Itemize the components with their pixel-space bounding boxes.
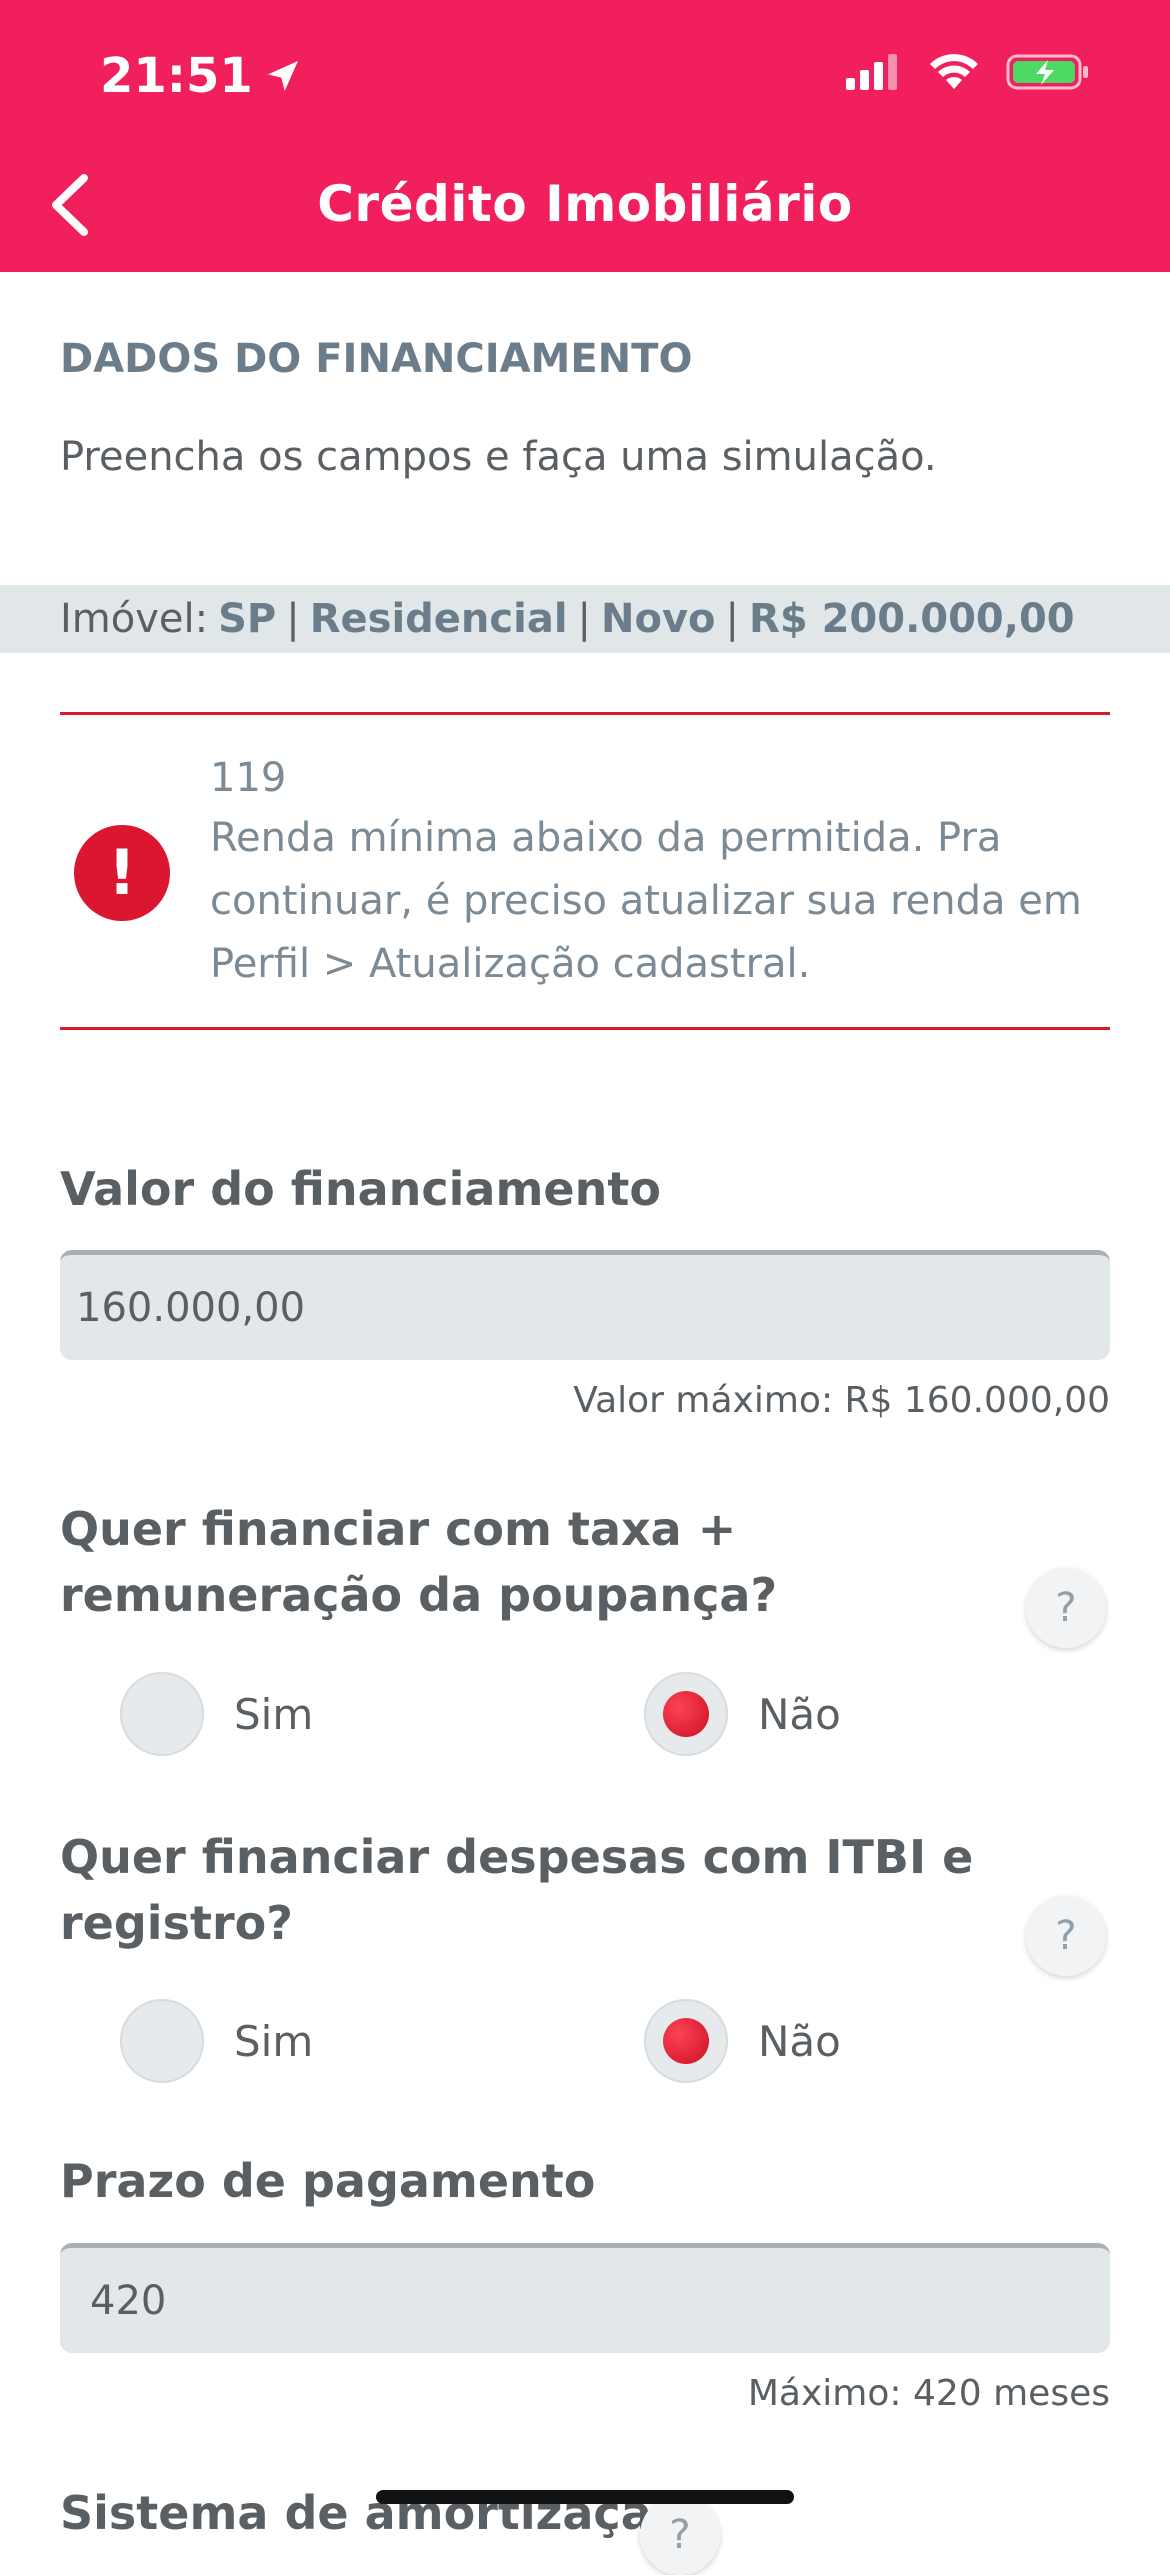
wifi-icon [930,54,978,89]
savings-question: Quer financiar com taxa + remuneração da… [60,1502,778,1622]
page-title: Crédito Imobiliário [317,175,853,233]
signal-icon [846,54,897,90]
savings-radio-group: Sim Não [0,1672,1170,1762]
itbi-radio-no[interactable]: Não [644,1999,841,2083]
status-time: 21:51 [100,48,303,104]
alert-message: Renda mínima abaixo da permitida. Pra co… [210,815,1082,987]
app-header: 21:51 Crédito Imobiliário [0,0,1170,272]
term-label: Prazo de pagamento [60,2154,596,2208]
property-state: SP [218,596,277,642]
financing-value-text: 160.000,00 [76,1284,306,1331]
savings-radio-no[interactable]: Não [644,1672,841,1756]
radio-circle-selected[interactable] [644,1999,728,2083]
clock-text: 21:51 [100,48,253,104]
section-title: DADOS DO FINANCIAMENTO [60,336,693,382]
battery-charging-icon [1006,54,1088,90]
radio-circle[interactable] [120,1999,204,2083]
radio-label-no: Não [758,1689,841,1739]
financing-value-input[interactable]: 160.000,00 [60,1250,1110,1360]
itbi-radio-group: Sim Não [0,1999,1170,2089]
financing-value-hint: Valor máximo: R$ 160.000,00 [573,1380,1110,1421]
savings-help-button[interactable]: ? [1026,1568,1106,1648]
radio-label-yes: Sim [234,1689,314,1739]
exclamation-icon: ! [74,825,170,921]
term-hint: Máximo: 420 meses [747,2373,1110,2414]
home-indicator [376,2490,794,2504]
separator: | [286,596,300,642]
radio-label-no: Não [758,2016,841,2066]
itbi-help-button[interactable]: ? [1026,1896,1106,1976]
error-alert: ! 119 Renda mínima abaixo da permitida. … [60,712,1110,1030]
section-intro: Preencha os campos e faça uma simulação. [60,434,937,480]
financing-value-label: Valor do financiamento [60,1162,661,1216]
amortization-help-button[interactable]: ? [640,2495,720,2575]
term-input[interactable]: 420 [60,2243,1110,2353]
term-value-text: 420 [90,2277,167,2324]
property-value: R$ 200.000,00 [749,596,1075,642]
property-type: Residencial [309,596,568,642]
itbi-question: Quer financiar despesas com ITBI e regis… [60,1830,974,1950]
separator: | [577,596,592,642]
itbi-radio-yes[interactable]: Sim [120,1999,313,2083]
property-condition: Novo [601,596,716,642]
location-arrow-icon [267,61,298,91]
radio-circle-selected[interactable] [644,1672,728,1756]
radio-circle[interactable] [120,1672,204,1756]
status-icons [846,52,1090,92]
radio-label-yes: Sim [234,2016,314,2066]
property-summary: Imóvel: SP | Residencial | Novo | R$ 200… [0,585,1170,653]
savings-radio-yes[interactable]: Sim [120,1672,313,1756]
alert-code: 119 [210,755,287,801]
separator: | [725,596,740,642]
property-label: Imóvel: [60,596,209,642]
